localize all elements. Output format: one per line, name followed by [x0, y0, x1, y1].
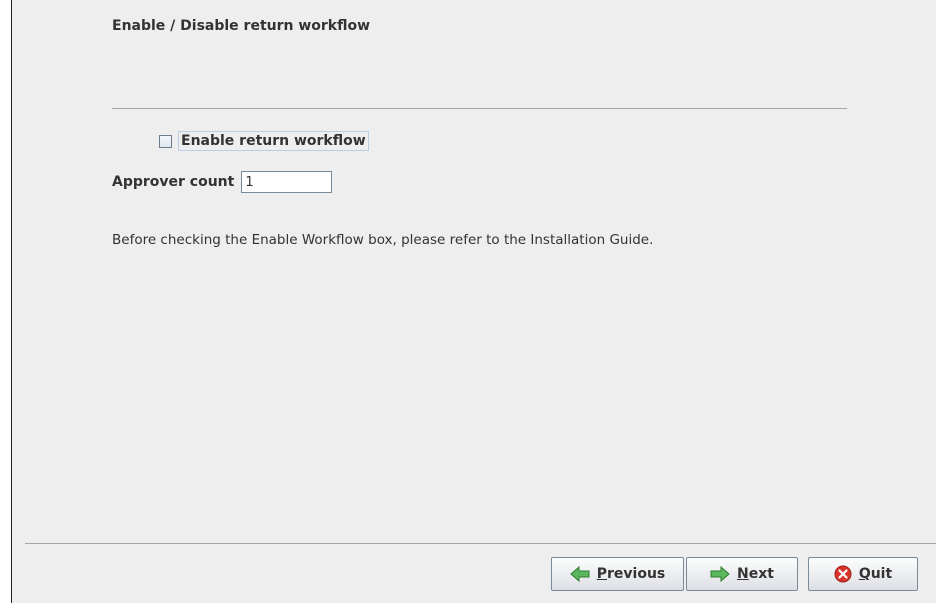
page-title: Enable / Disable return workflow — [112, 18, 371, 34]
wizard-panel: Enable / Disable return workflow Enable … — [12, 0, 936, 603]
previous-button-label: Previous — [596, 566, 666, 582]
info-text: Before checking the Enable Workflow box,… — [112, 232, 654, 248]
arrow-right-icon — [710, 566, 730, 582]
quit-button[interactable]: Quit — [808, 557, 918, 591]
approver-count-label: Approver count — [112, 174, 235, 190]
footer-separator — [25, 543, 936, 544]
close-circle-icon — [834, 565, 852, 583]
header-separator — [112, 108, 847, 109]
previous-button[interactable]: Previous — [551, 557, 684, 591]
checkbox-box[interactable] — [159, 134, 172, 148]
approver-count-input[interactable] — [241, 171, 333, 193]
approver-count-row: Approver count — [112, 170, 333, 194]
quit-button-label: Quit — [858, 566, 893, 582]
checkbox-label[interactable]: Enable return workflow — [178, 131, 369, 151]
arrow-left-icon — [569, 566, 590, 582]
next-button-label: Next — [737, 566, 774, 582]
enable-return-workflow-checkbox[interactable]: Enable return workflow — [159, 130, 369, 152]
next-button[interactable]: Next — [686, 557, 798, 591]
